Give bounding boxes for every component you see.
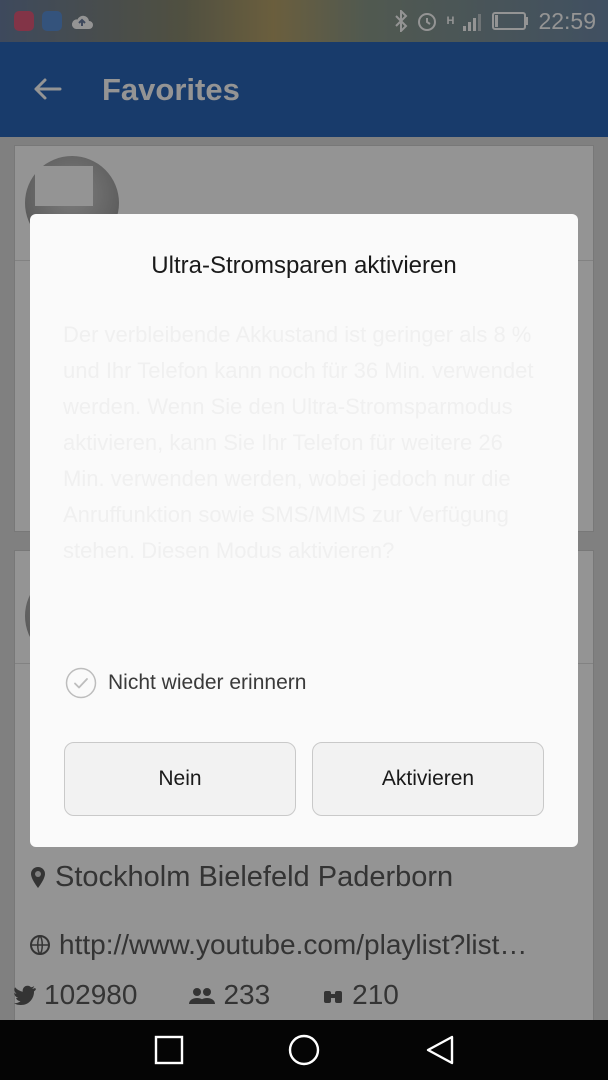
checkbox-label: Nicht wieder erinnern [108,671,307,694]
home-icon[interactable] [288,1034,320,1066]
activate-button[interactable]: Aktivieren [312,742,544,816]
dialog-title: Ultra-Stromsparen aktivieren [151,252,457,279]
dont-remind-checkbox[interactable]: Nicht wieder erinnern [65,667,306,699]
back-icon[interactable] [424,1034,456,1066]
navigation-bar [0,1020,608,1080]
power-saving-dialog: Ultra-Stromsparen aktivieren Der verblei… [30,214,578,847]
cancel-button[interactable]: Nein [64,742,296,816]
recents-icon[interactable] [153,1034,185,1066]
check-circle-icon[interactable] [65,667,97,699]
dialog-message: Der verbleibende Akkustand ist geringer … [63,322,534,563]
